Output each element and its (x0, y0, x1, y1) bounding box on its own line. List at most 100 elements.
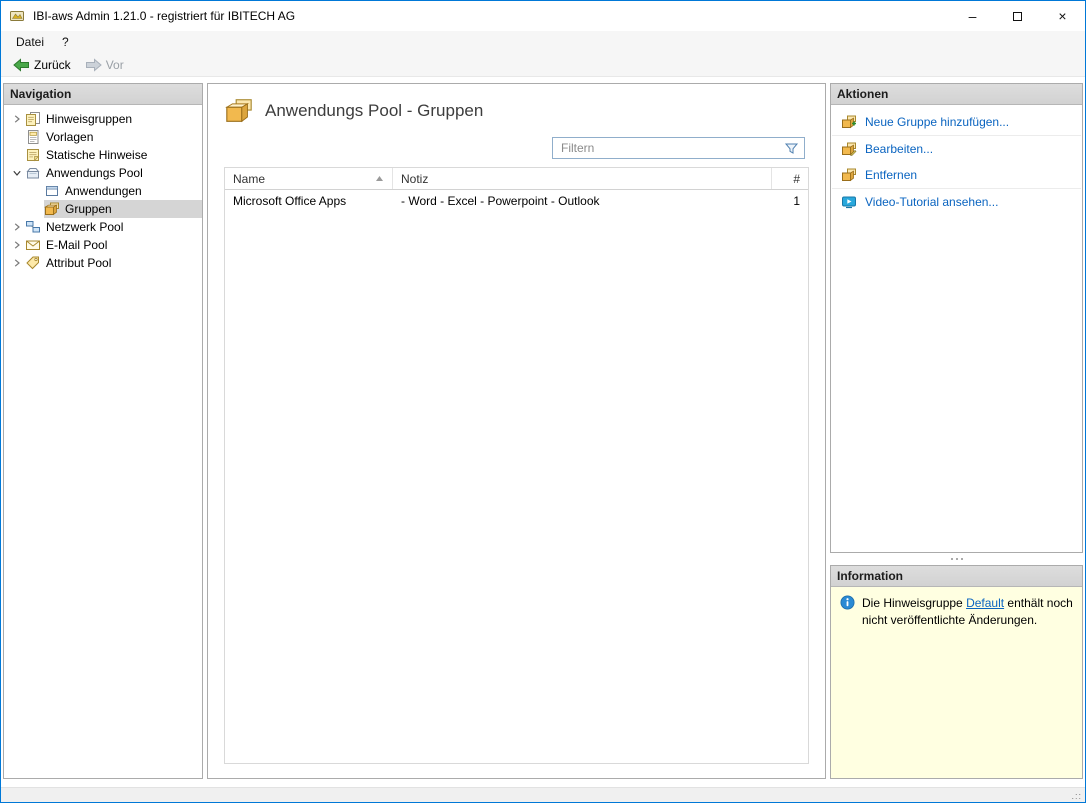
resize-grip[interactable]: .:: (1071, 792, 1082, 801)
network-pool-icon (25, 219, 43, 235)
content-panel: Anwendungs Pool - Gruppen Name (207, 83, 826, 779)
action-label: Video-Tutorial ansehen... (865, 195, 999, 209)
sidebar-item-gruppen[interactable]: Gruppen (44, 200, 202, 218)
chevron-down-icon[interactable] (8, 168, 25, 178)
templates-icon (25, 129, 43, 145)
chevron-right-icon[interactable] (8, 240, 25, 250)
action-remove[interactable]: Entfernen (831, 162, 1082, 188)
forward-button[interactable]: Vor (79, 56, 130, 74)
splitter-grip-dot (950, 558, 953, 560)
column-header-notiz-label: Notiz (401, 171, 429, 186)
remove-group-icon (841, 167, 857, 183)
sidebar-item-label: Hinweisgruppen (46, 112, 133, 126)
sidebar-item-label: Anwendungen (65, 184, 142, 198)
notice-groups-icon (25, 111, 43, 127)
navigation-panel-header: Navigation (4, 84, 202, 105)
back-arrow-icon (13, 57, 30, 72)
sidebar-item-netzwerk-pool[interactable]: Netzwerk Pool (8, 218, 202, 236)
application-pool-icon (25, 165, 43, 181)
splitter-grip-dot (955, 558, 958, 560)
actions-panel: Aktionen Neue Gruppe hinzufügen... Bearb… (830, 83, 1083, 553)
app-window: IBI-aws Admin 1.21.0 - registriert für I… (0, 0, 1086, 803)
chevron-right-icon[interactable] (8, 222, 25, 232)
cell-name: Microsoft Office Apps (233, 194, 347, 208)
column-header-name-label: Name (233, 171, 266, 186)
information-message: Die Hinweisgruppe Default enthält noch n… (862, 595, 1073, 630)
cell-count: 1 (793, 194, 800, 208)
main-area: Navigation Hinweisgruppen Vorlagen Stati… (1, 77, 1085, 787)
default-group-link[interactable]: Default (966, 596, 1004, 610)
information-panel: Information Die Hinweisgruppe Default en… (830, 565, 1083, 779)
sidebar-item-email-pool[interactable]: E-Mail Pool (8, 236, 202, 254)
groups-icon (44, 201, 62, 217)
sidebar-item-label: Gruppen (65, 202, 112, 216)
chevron-right-icon[interactable] (8, 258, 25, 268)
filter-row (224, 137, 809, 159)
sidebar-item-label: Anwendungs Pool (46, 166, 143, 180)
sidebar-item-anwendungs-pool[interactable]: Anwendungs Pool (8, 164, 202, 182)
back-button[interactable]: Zurück (7, 56, 77, 74)
filter-control (552, 137, 805, 159)
app-logo-icon (9, 8, 27, 24)
filter-funnel-icon[interactable] (784, 141, 799, 156)
column-header-notiz[interactable]: Notiz (393, 168, 772, 189)
filter-input[interactable] (553, 138, 804, 158)
splitter-grip-dot (960, 558, 963, 560)
window-title: IBI-aws Admin 1.21.0 - registriert für I… (33, 9, 296, 23)
sidebar-item-vorlagen[interactable]: Vorlagen (8, 128, 202, 146)
action-video-tutorial[interactable]: Video-Tutorial ansehen... (831, 189, 1082, 215)
forward-arrow-icon (85, 57, 102, 72)
sidebar-item-statische-hinweise[interactable]: Statische Hinweise (8, 146, 202, 164)
static-notices-icon (25, 147, 43, 163)
table-row[interactable]: Microsoft Office Apps - Word - Excel - P… (225, 190, 808, 212)
right-column: Aktionen Neue Gruppe hinzufügen... Bearb… (830, 83, 1083, 779)
close-button[interactable]: × (1040, 1, 1085, 31)
menu-help[interactable]: ? (53, 31, 78, 53)
groups-table: Name Notiz # Microsoft Office Apps - Wor… (224, 167, 809, 764)
cell-notiz: - Word - Excel - Powerpoint - Outlook (401, 194, 600, 208)
minimize-button[interactable]: – (950, 1, 995, 31)
applications-icon (44, 183, 62, 199)
column-header-count-label: # (793, 171, 800, 186)
title-bar[interactable]: IBI-aws Admin 1.21.0 - registriert für I… (1, 1, 1085, 31)
window-controls: – × (950, 1, 1085, 31)
actions-panel-header: Aktionen (831, 84, 1082, 105)
sidebar-item-anwendungen[interactable]: Anwendungen (44, 182, 202, 200)
status-bar: .:: (1, 787, 1085, 802)
email-pool-icon (25, 237, 43, 253)
action-label: Neue Gruppe hinzufügen... (865, 115, 1010, 129)
chevron-right-icon[interactable] (8, 114, 25, 124)
info-icon (840, 595, 855, 610)
action-label: Entfernen (865, 168, 918, 182)
column-header-name[interactable]: Name (225, 168, 393, 189)
navigation-panel: Navigation Hinweisgruppen Vorlagen Stati… (3, 83, 203, 779)
groups-header-icon (224, 96, 254, 126)
action-add-group[interactable]: Neue Gruppe hinzufügen... (831, 109, 1082, 135)
information-panel-header: Information (831, 566, 1082, 587)
page-title: Anwendungs Pool - Gruppen (265, 101, 484, 120)
column-header-count[interactable]: # (772, 168, 808, 189)
forward-button-label: Vor (105, 57, 124, 72)
action-edit[interactable]: Bearbeiten... (831, 136, 1082, 162)
sidebar-item-label: Statische Hinweise (46, 148, 148, 162)
sidebar-item-label: E-Mail Pool (46, 238, 108, 252)
table-empty-area (225, 212, 808, 763)
sidebar-item-label: Netzwerk Pool (46, 220, 124, 234)
content-title-row: Anwendungs Pool - Gruppen (224, 96, 809, 126)
menu-datei[interactable]: Datei (7, 31, 53, 53)
sort-ascending-icon (375, 175, 384, 182)
navigation-tree: Hinweisgruppen Vorlagen Statische Hinwei… (4, 105, 202, 272)
new-group-icon (841, 114, 857, 130)
edit-group-icon (841, 141, 857, 157)
action-list: Neue Gruppe hinzufügen... Bearbeiten... … (831, 105, 1082, 215)
maximize-icon (1013, 11, 1022, 21)
sidebar-item-attribut-pool[interactable]: Attribut Pool (8, 254, 202, 272)
attribute-pool-icon (25, 255, 43, 271)
sidebar-item-label: Attribut Pool (46, 256, 112, 270)
information-text-before: Die Hinweisgruppe (862, 596, 967, 610)
maximize-button[interactable] (995, 1, 1040, 31)
panel-splitter[interactable] (830, 553, 1083, 565)
toolbar: Zurück Vor (1, 53, 1085, 77)
sidebar-item-hinweisgruppen[interactable]: Hinweisgruppen (8, 110, 202, 128)
table-header-row: Name Notiz # (225, 168, 808, 190)
